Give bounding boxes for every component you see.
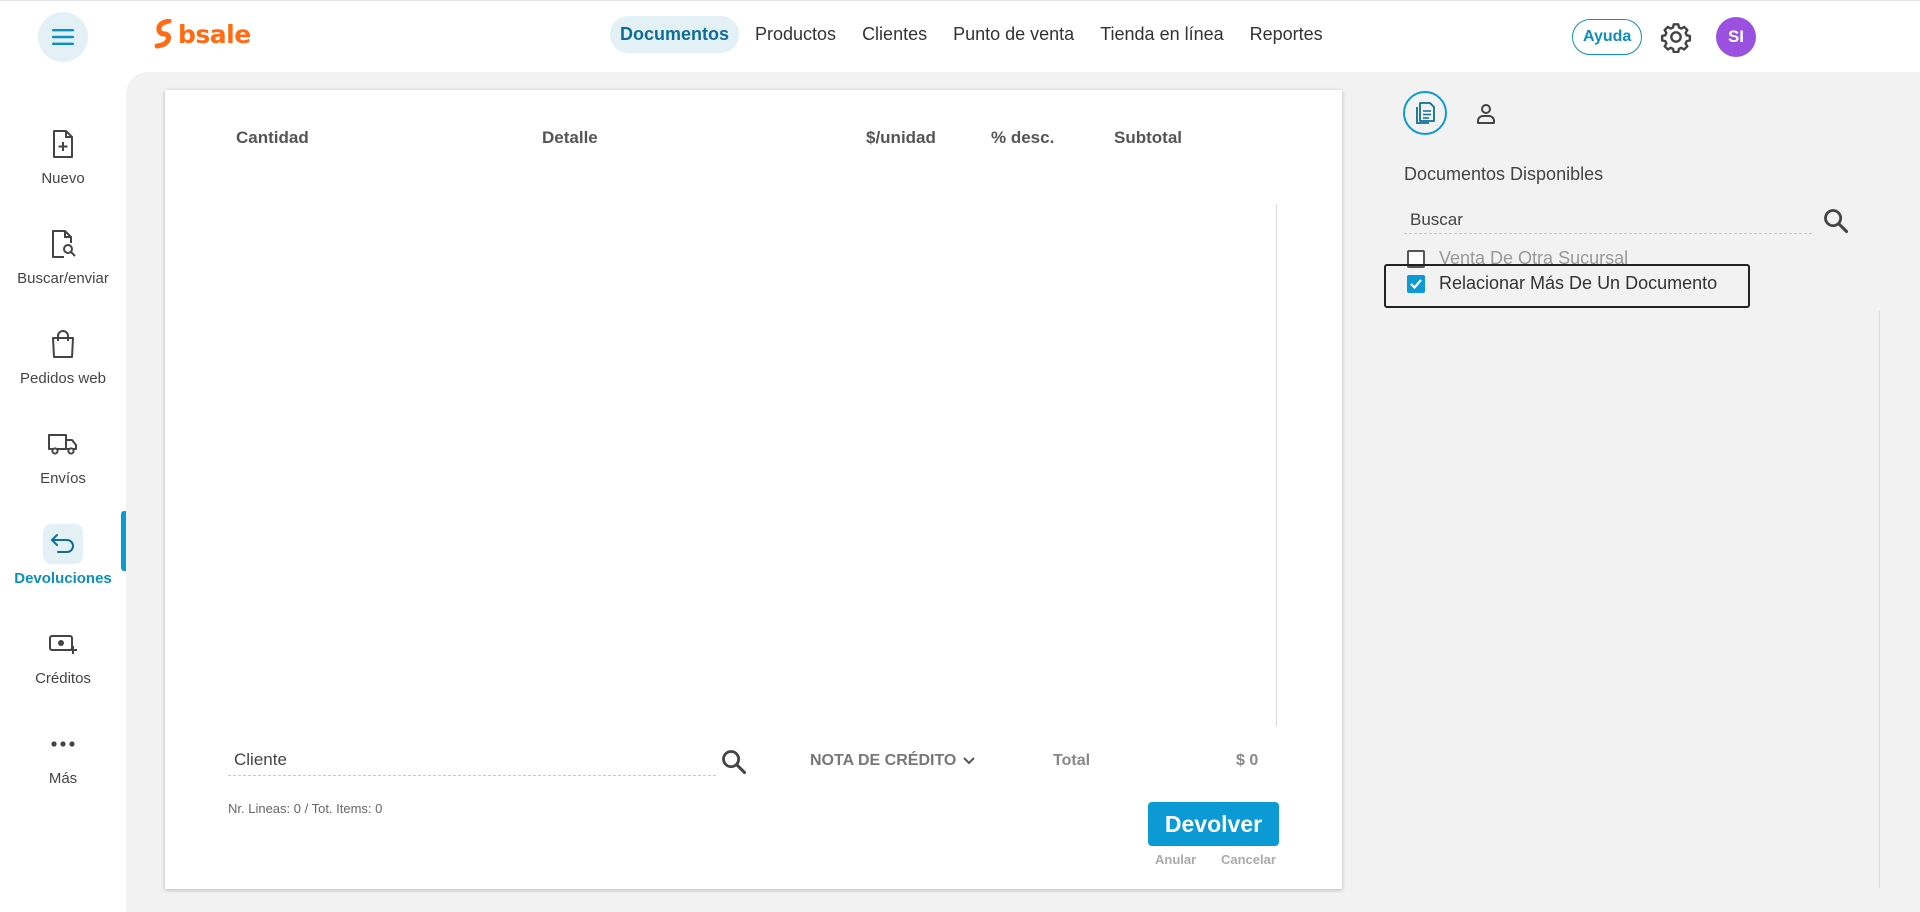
nav-clientes[interactable]: Clientes bbox=[852, 16, 937, 53]
total-label: Total bbox=[1053, 752, 1091, 769]
return-arrow-icon bbox=[51, 533, 74, 553]
documents-icon bbox=[1416, 102, 1435, 124]
document-type-label: NOTA DE CRÉDITO bbox=[810, 752, 957, 769]
bsale-logo-icon bbox=[154, 19, 172, 49]
nav-reportes[interactable]: Reportes bbox=[1240, 16, 1333, 53]
column-header-subtotal: Subtotal bbox=[1114, 128, 1182, 147]
anular-link[interactable]: Anular bbox=[1155, 852, 1196, 867]
hamburger-menu-button[interactable] bbox=[38, 12, 88, 62]
help-button[interactable]: Ayuda bbox=[1572, 19, 1643, 55]
nav-tienda-en-linea[interactable]: Tienda en línea bbox=[1090, 16, 1233, 53]
column-header-cantidad: Cantidad bbox=[236, 128, 309, 147]
main-nav: Documentos Productos Clientes Punto de v… bbox=[610, 16, 1339, 53]
nav-documentos[interactable]: Documentos bbox=[610, 16, 740, 53]
sidebar-item-pedidos-web[interactable]: Pedidos web bbox=[0, 310, 126, 400]
sidebar-item-envios[interactable]: Envíos bbox=[0, 410, 126, 500]
nav-punto-de-venta[interactable]: Punto de venta bbox=[943, 16, 1084, 53]
top-bar: bsale Documentos Productos Clientes Punt… bbox=[0, 0, 1920, 72]
document-type-dropdown[interactable]: NOTA DE CRÉDITO bbox=[810, 752, 976, 770]
user-avatar[interactable]: SI bbox=[1716, 17, 1756, 57]
sidebar-item-devoluciones[interactable]: Devoluciones bbox=[0, 510, 126, 600]
sidebar-label: Más bbox=[48, 769, 78, 787]
sidebar-label: Créditos bbox=[35, 669, 91, 687]
documents-search-icon[interactable] bbox=[1822, 207, 1850, 235]
sidebar-label: Buscar/enviar bbox=[17, 269, 109, 287]
available-documents-title: Documentos Disponibles bbox=[1404, 164, 1604, 184]
file-search-icon bbox=[52, 229, 76, 258]
side-icon-wrap bbox=[43, 224, 83, 264]
focus-outline bbox=[1384, 264, 1750, 308]
file-plus-icon bbox=[53, 129, 73, 158]
cash-plus-icon bbox=[49, 634, 77, 654]
column-header-precio-unidad: $/unidad bbox=[866, 128, 936, 147]
side-icon-wrap bbox=[43, 124, 83, 164]
user-icon bbox=[1477, 104, 1495, 124]
devolver-button[interactable]: Devolver bbox=[1148, 802, 1279, 846]
nav-productos[interactable]: Productos bbox=[745, 16, 846, 53]
sidebar-item-creditos[interactable]: Créditos bbox=[0, 610, 126, 700]
sidebar-label: Nuevo bbox=[41, 169, 85, 187]
side-icon-wrap bbox=[43, 724, 83, 764]
more-dots-icon bbox=[51, 740, 75, 747]
gear-icon[interactable] bbox=[1660, 21, 1692, 53]
cliente-search-icon[interactable] bbox=[720, 748, 748, 776]
truck-icon bbox=[48, 433, 77, 455]
sidebar-item-buscar-enviar[interactable]: Buscar/enviar bbox=[0, 210, 126, 300]
sidebar-item-nuevo[interactable]: Nuevo bbox=[0, 110, 126, 200]
chevron-down-icon bbox=[963, 757, 976, 765]
sidebar-item-mas[interactable]: Más bbox=[0, 710, 126, 800]
tab-documents[interactable] bbox=[1403, 91, 1447, 135]
documents-search-field bbox=[1404, 206, 1812, 234]
side-icon-wrap bbox=[43, 624, 83, 664]
cliente-input[interactable] bbox=[228, 744, 716, 775]
cliente-field bbox=[228, 744, 716, 776]
side-icon-wrap bbox=[43, 424, 83, 464]
cancelar-link[interactable]: Cancelar bbox=[1221, 852, 1276, 867]
shopping-bag-icon bbox=[52, 329, 74, 358]
brand-name: bsale bbox=[178, 19, 251, 49]
column-header-descuento: % desc. bbox=[991, 128, 1055, 147]
side-icon-wrap bbox=[43, 324, 83, 364]
total-value: $ 0 bbox=[1236, 752, 1259, 769]
line-item-counts: Nr. Lineas: 0 / Tot. Items: 0 bbox=[228, 801, 383, 816]
right-panel-divider bbox=[1879, 311, 1880, 888]
documents-search-input[interactable] bbox=[1404, 206, 1812, 233]
brand-logo[interactable]: bsale bbox=[154, 19, 251, 49]
side-icon-wrap bbox=[43, 523, 83, 564]
table-scroll-divider bbox=[1276, 204, 1277, 726]
sidebar-label: Pedidos web bbox=[20, 369, 106, 387]
hamburger-icon bbox=[52, 29, 74, 45]
tab-client[interactable] bbox=[1470, 98, 1502, 130]
column-header-detalle: Detalle bbox=[542, 128, 598, 147]
sidebar-label: Devoluciones bbox=[14, 569, 112, 587]
sidebar-label: Envíos bbox=[40, 469, 86, 487]
sidebar: Nuevo Buscar/enviar Pedidos web Envíos D… bbox=[0, 72, 126, 912]
